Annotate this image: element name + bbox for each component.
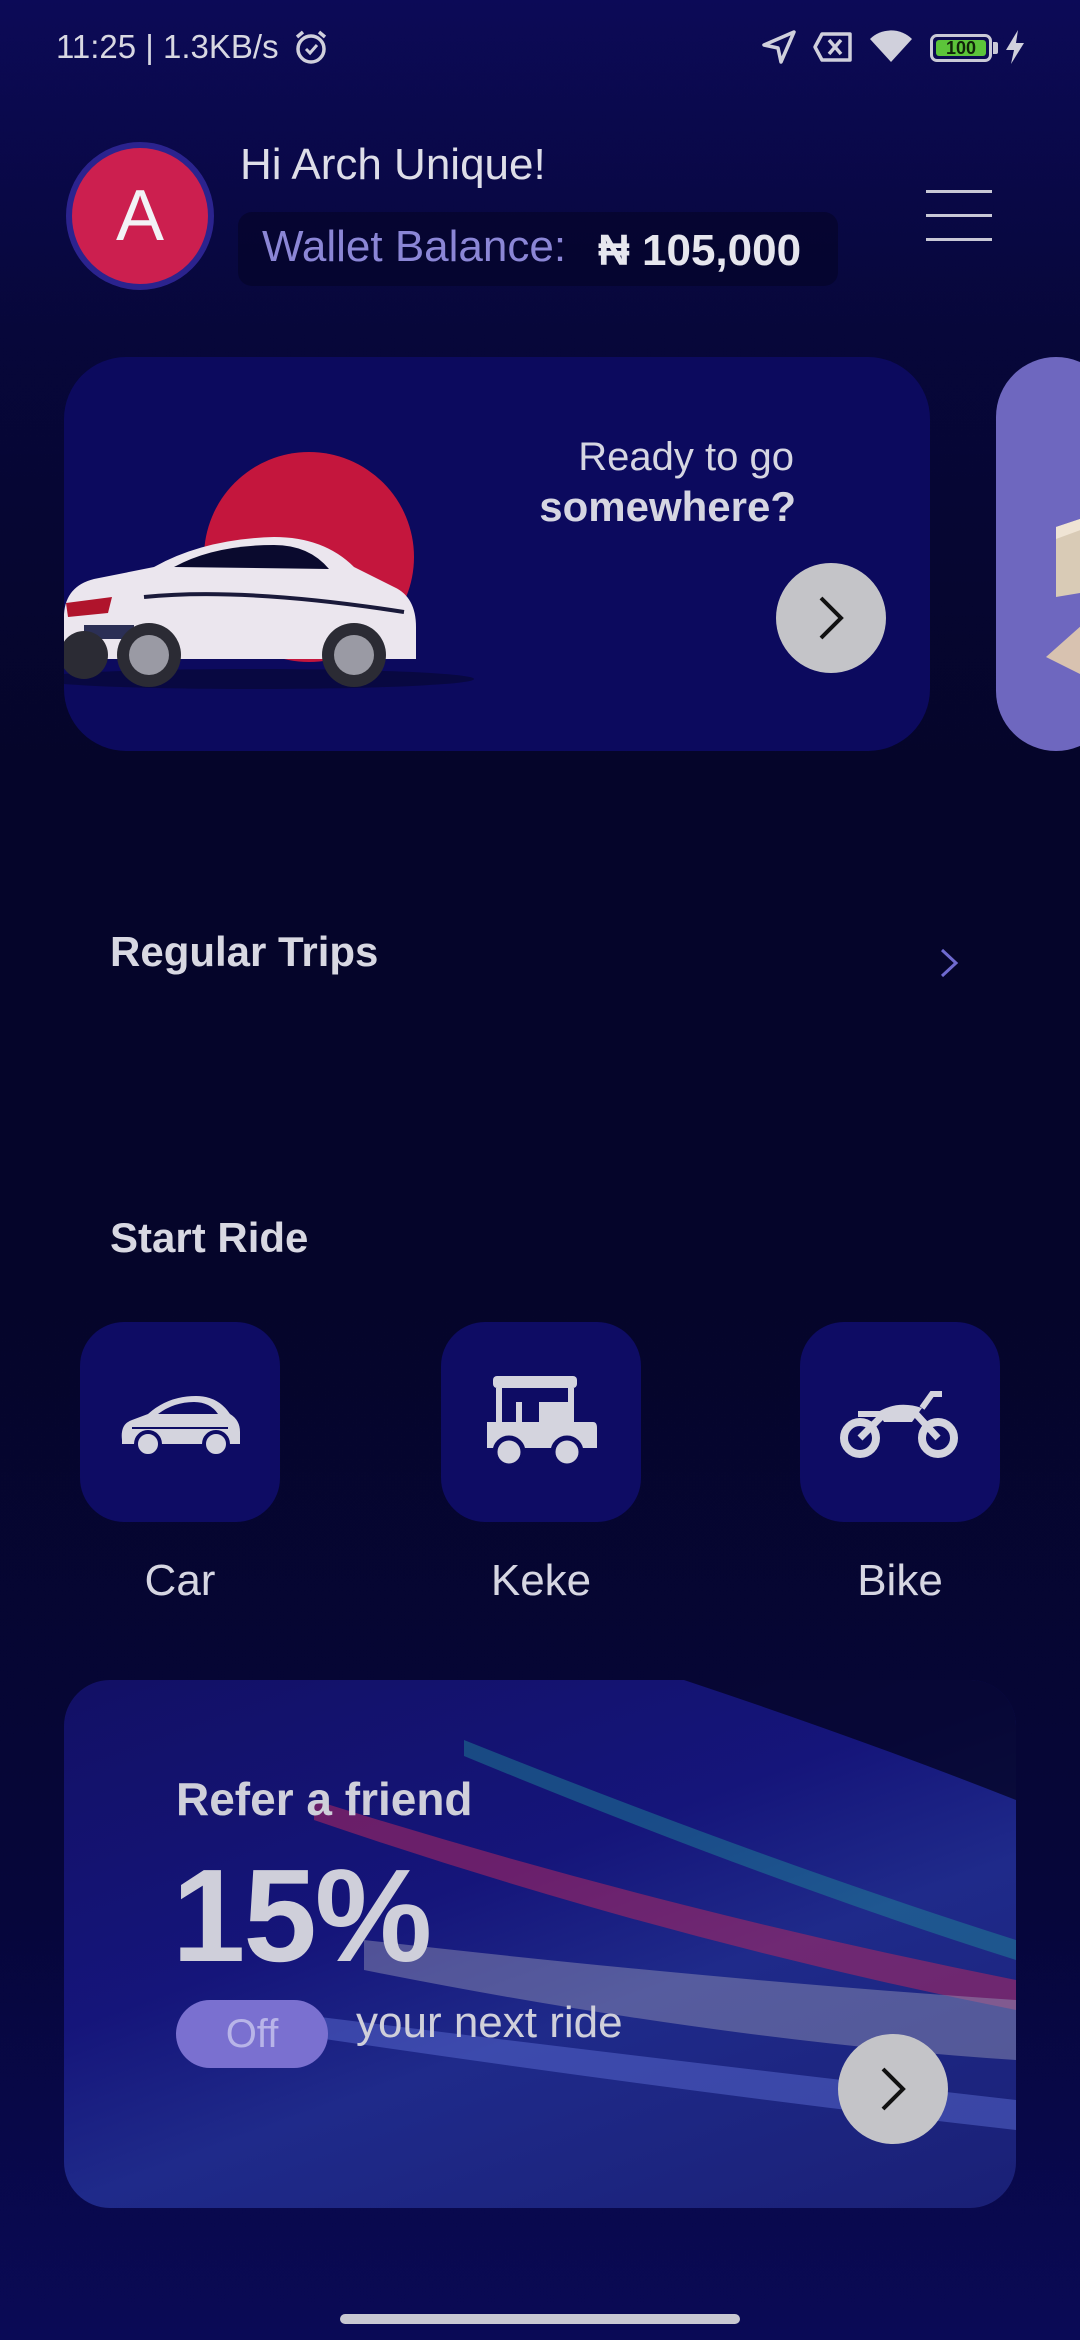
greeting-text: Hi Arch Unique! xyxy=(240,140,546,189)
motorbike-icon xyxy=(840,1391,958,1458)
ride-option-bike[interactable] xyxy=(800,1322,1000,1522)
status-time-speed: 11:25 | 1.3KB/s xyxy=(56,28,279,65)
promo-go-button[interactable] xyxy=(776,563,886,673)
off-badge: Off xyxy=(176,2000,328,2068)
wallet-amount: ₦ 105,000 xyxy=(598,226,802,275)
status-bar: 11:25 | 1.3KB/s 100 xyxy=(0,0,1080,96)
home-indicator[interactable] xyxy=(340,2314,740,2324)
battery-icon: 100 xyxy=(930,34,992,62)
refer-text: your next ride xyxy=(356,1998,623,2047)
ride-option-car[interactable] xyxy=(80,1322,280,1522)
promo-card-ride[interactable]: Ready to go somewhere? xyxy=(64,357,930,751)
chevron-right-icon xyxy=(881,2067,906,2111)
wifi-icon xyxy=(870,30,912,62)
avatar-initial: A xyxy=(115,176,165,256)
wallet-label: Wallet Balance: xyxy=(262,222,567,271)
alarm-icon xyxy=(295,30,327,64)
delivery-illustration xyxy=(1046,519,1080,674)
car-icon xyxy=(121,1396,240,1458)
ride-label-bike: Bike xyxy=(857,1556,943,1605)
start-ride-title: Start Ride xyxy=(110,1214,309,1261)
location-arrow-icon xyxy=(762,30,796,64)
regular-trips-title: Regular Trips xyxy=(110,928,379,975)
ride-label-car: Car xyxy=(144,1556,216,1605)
chevron-right-icon xyxy=(819,596,844,640)
ride-option-keke[interactable] xyxy=(441,1322,641,1522)
promo-card-next[interactable] xyxy=(996,357,1080,751)
regular-trips-chevron-right-icon[interactable] xyxy=(938,946,960,980)
sim-off-icon xyxy=(813,32,852,62)
refer-go-button[interactable] xyxy=(838,2034,948,2144)
refer-percent: 15% xyxy=(172,1842,432,1989)
charging-icon xyxy=(1006,30,1024,64)
hamburger-menu-icon[interactable] xyxy=(926,190,992,242)
keke-icon xyxy=(487,1376,597,1469)
promo-line2: somewhere? xyxy=(539,483,796,530)
promo-line1: Ready to go xyxy=(578,435,794,479)
refer-friend-banner[interactable]: Refer a friend 15% Off your next ride xyxy=(64,1680,1016,2208)
battery-level: 100 xyxy=(945,38,977,58)
car-illustration xyxy=(64,452,474,689)
wallet-balance[interactable]: Wallet Balance: ₦ 105,000 xyxy=(238,212,838,286)
refer-subtitle: Refer a friend xyxy=(176,1773,473,1825)
avatar[interactable]: A xyxy=(66,142,214,290)
ride-label-keke: Keke xyxy=(490,1556,592,1605)
